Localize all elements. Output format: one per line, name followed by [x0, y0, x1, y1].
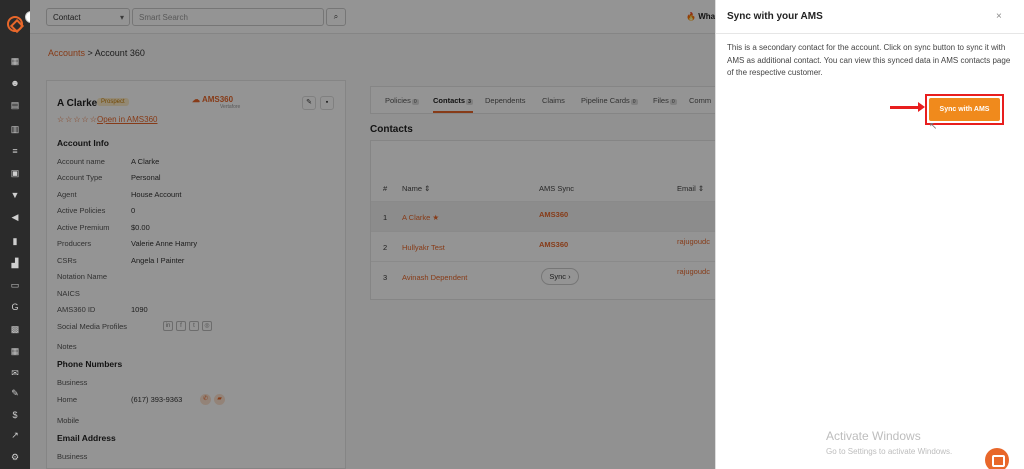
signature-icon[interactable]: ✎	[10, 388, 20, 398]
contacts-icon[interactable]: ☻	[10, 78, 20, 88]
calculator-icon[interactable]: ▩	[10, 324, 20, 334]
left-nav-rail: ‹ ▦ ☻ ▤ ▥ ≡ ▣ ▼ ◀ ▮ ▟ ▭ G ▩ ▦ ✉ ✎ $ ↗ ⚙	[0, 0, 37, 469]
documents-icon[interactable]: ▤	[10, 100, 20, 110]
folder-icon[interactable]: ▭	[10, 280, 20, 290]
sync-with-ams-button[interactable]: Sync with AMS	[929, 98, 1000, 121]
chart-icon[interactable]: ▟	[10, 258, 20, 268]
dashboard-icon[interactable]: ▦	[10, 56, 20, 66]
filter-icon[interactable]: ▼	[10, 190, 20, 200]
book-icon[interactable]: ▮	[10, 236, 20, 246]
list-icon[interactable]: ≡	[10, 146, 20, 156]
chat-icon[interactable]	[985, 448, 1009, 469]
drawer-header: Sync with your AMS ×	[716, 0, 1024, 34]
sync-ams-drawer: Sync with your AMS × This is a secondary…	[715, 0, 1024, 469]
drawer-description: This is a secondary contact for the acco…	[727, 43, 1011, 77]
analytics-icon[interactable]: ↗	[10, 430, 20, 440]
settings-icon[interactable]: ⚙	[10, 452, 20, 462]
mouse-cursor-icon: ↖	[929, 121, 938, 132]
highlight-arrow-icon	[890, 102, 925, 112]
google-icon[interactable]: G	[10, 302, 20, 312]
calendar-icon[interactable]: ▦	[10, 346, 20, 356]
dollar-icon[interactable]: $	[10, 410, 20, 420]
id-card-icon[interactable]: ▣	[10, 168, 20, 178]
activate-windows-title: Activate Windows	[826, 429, 921, 443]
mail-icon[interactable]: ✉	[10, 368, 20, 378]
app-logo-icon[interactable]	[7, 16, 23, 32]
activate-windows-subtitle: Go to Settings to activate Windows.	[826, 447, 953, 456]
bank-icon[interactable]: ▥	[10, 124, 20, 134]
modal-backdrop[interactable]	[30, 0, 715, 469]
close-icon[interactable]: ×	[996, 11, 1002, 22]
drawer-title: Sync with your AMS	[727, 11, 823, 22]
megaphone-icon[interactable]: ◀	[10, 212, 20, 222]
